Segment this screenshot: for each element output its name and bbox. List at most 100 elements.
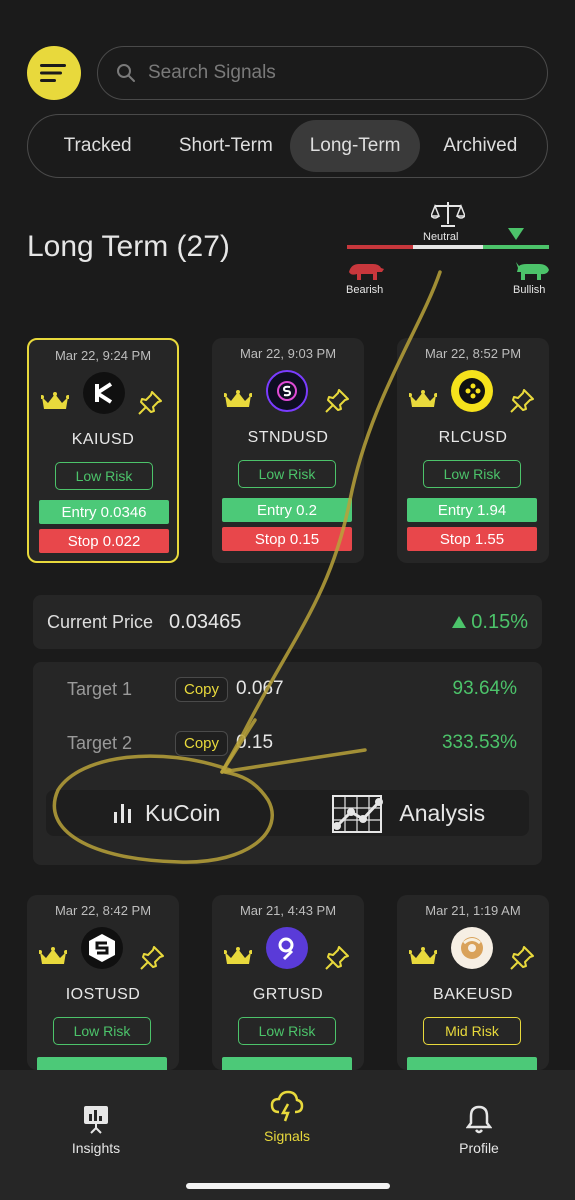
current-price-label: Current Price	[47, 611, 154, 632]
target-label: Target 2	[67, 732, 133, 753]
cloud-lightning-icon	[270, 1090, 304, 1122]
current-price-value: 0.03465	[169, 610, 242, 633]
nav-insights[interactable]: Insights	[36, 1100, 156, 1156]
stop-value: Stop 0.022	[39, 529, 169, 553]
scale-icon	[431, 202, 465, 227]
signal-card-bakeusd[interactable]: Mar 21, 1:19 AM BAKEUSD Mid Risk	[397, 895, 549, 1070]
target-row: Target 1 Copy 0.067 93.64%	[67, 674, 517, 704]
signal-card-iostusd[interactable]: Mar 22, 8:42 PM IOSTUSD Low Risk	[27, 895, 179, 1070]
tab-short-term[interactable]: Short-Term	[161, 120, 290, 172]
card-date: Mar 22, 9:03 PM	[239, 346, 337, 361]
stop-value: Stop 1.55	[407, 527, 537, 551]
crown-icon	[39, 947, 67, 964]
target-row: Target 2 Copy 0.15 333.53%	[67, 728, 517, 758]
card-date: Mar 21, 1:19 AM	[425, 903, 521, 918]
risk-badge: Low Risk	[55, 462, 153, 490]
entry-value: Entry 0.0346	[39, 500, 169, 524]
kucoin-button[interactable]: KuCoin	[46, 790, 288, 836]
rlc-logo	[451, 370, 493, 412]
entry-value	[37, 1057, 167, 1070]
bearish-label: Bearish	[346, 284, 384, 296]
risk-badge: Low Risk	[238, 460, 336, 488]
target-percent: 333.53%	[441, 732, 517, 753]
pin-icon[interactable]	[509, 388, 535, 414]
target-percent: 93.64%	[452, 678, 517, 699]
pin-icon[interactable]	[137, 390, 163, 416]
bell-icon	[466, 1105, 492, 1134]
analysis-chart-icon	[332, 795, 384, 833]
stnd-logo	[266, 370, 308, 412]
card-symbol: STNDUSD	[247, 429, 329, 446]
tab-bar: Tracked Short-Term Long-Term Archived	[27, 114, 548, 178]
crown-icon	[224, 947, 252, 964]
card-date: Mar 22, 8:42 PM	[54, 903, 152, 918]
tab-long-term[interactable]: Long-Term	[290, 120, 420, 172]
crown-icon	[409, 390, 437, 407]
pin-icon[interactable]	[324, 388, 350, 414]
sentiment-gauge: Neutral Bearish Bullish	[345, 198, 550, 298]
target-label: Target 1	[67, 678, 133, 699]
tab-tracked[interactable]: Tracked	[34, 120, 161, 172]
iost-logo	[81, 927, 123, 969]
nav-profile[interactable]: Profile	[419, 1100, 539, 1156]
card-symbol: BAKEUSD	[433, 986, 513, 1003]
card-date: Mar 22, 8:52 PM	[424, 346, 522, 361]
card-symbol: KAIUSD	[71, 431, 135, 448]
signal-card-stndusd[interactable]: Mar 22, 9:03 PM STNDUSD Low Risk Entry 0…	[212, 338, 364, 563]
kai-logo	[83, 372, 125, 414]
bear-icon	[349, 264, 384, 280]
nav-profile-label: Profile	[459, 1140, 499, 1156]
kucoin-label: KuCoin	[145, 799, 221, 826]
sentiment-bar	[347, 245, 549, 249]
signal-card-grtusd[interactable]: Mar 21, 4:43 PM GRTUSD Low Risk	[212, 895, 364, 1070]
analysis-button[interactable]: Analysis	[288, 790, 530, 836]
signal-card-rlcusd[interactable]: Mar 22, 8:52 PM RLCUSD Low Risk Entry 1.…	[397, 338, 549, 563]
sentiment-neutral-label: Neutral	[423, 231, 459, 243]
risk-badge: Low Risk	[53, 1017, 151, 1045]
sentiment-indicator-icon	[508, 228, 524, 240]
target-value: 0.067	[236, 678, 284, 699]
copy-button[interactable]: Copy	[175, 676, 229, 702]
analysis-label: Analysis	[399, 799, 486, 826]
signal-card-kaiusd[interactable]: Mar 22, 9:24 PM KAIUSD Low Risk Entry 0.…	[27, 338, 179, 563]
pin-icon[interactable]	[139, 945, 165, 971]
search-icon	[117, 64, 135, 82]
risk-badge: Low Risk	[238, 1017, 336, 1045]
bullish-label: Bullish	[513, 284, 546, 296]
copy-button[interactable]: Copy	[175, 730, 229, 756]
risk-badge: Low Risk	[423, 460, 521, 488]
current-price-bar: Current Price 0.03465 0.15%	[33, 595, 542, 649]
search-bar[interactable]: Search Signals	[97, 46, 548, 100]
nav-signals[interactable]: Signals	[227, 1088, 347, 1144]
menu-button[interactable]	[27, 46, 81, 100]
home-indicator	[186, 1183, 390, 1189]
pin-icon[interactable]	[324, 945, 350, 971]
entry-value	[407, 1057, 537, 1070]
presentation-chart-icon	[84, 1106, 108, 1134]
crown-icon	[41, 392, 69, 409]
targets-panel: Target 1 Copy 0.067 93.64% Target 2 Copy…	[33, 662, 542, 865]
nav-signals-label: Signals	[264, 1128, 310, 1144]
target-value: 0.15	[236, 732, 274, 753]
nav-insights-label: Insights	[71, 1140, 121, 1156]
entry-value	[222, 1057, 352, 1070]
hamburger-icon	[40, 64, 66, 82]
tab-archived[interactable]: Archived	[420, 120, 541, 172]
search-placeholder: Search Signals	[148, 62, 276, 83]
bull-icon	[516, 262, 549, 280]
triangle-up-icon	[452, 616, 467, 628]
pin-icon[interactable]	[509, 945, 535, 971]
grt-logo	[266, 927, 308, 969]
crown-icon	[409, 947, 437, 964]
stop-value: Stop 0.15	[222, 527, 352, 551]
entry-value: Entry 0.2	[222, 498, 352, 522]
entry-value: Entry 1.94	[407, 498, 537, 522]
bake-logo	[451, 927, 493, 969]
price-change-value: 0.15%	[471, 610, 528, 633]
action-bar: KuCoin Analysis	[46, 790, 529, 836]
card-symbol: GRTUSD	[252, 986, 324, 1003]
price-change: 0.15%	[452, 611, 528, 634]
page-title: Long Term (27)	[27, 230, 230, 263]
card-date: Mar 22, 9:24 PM	[54, 348, 152, 363]
bottom-nav: Insights Signals Profile	[0, 1070, 575, 1200]
